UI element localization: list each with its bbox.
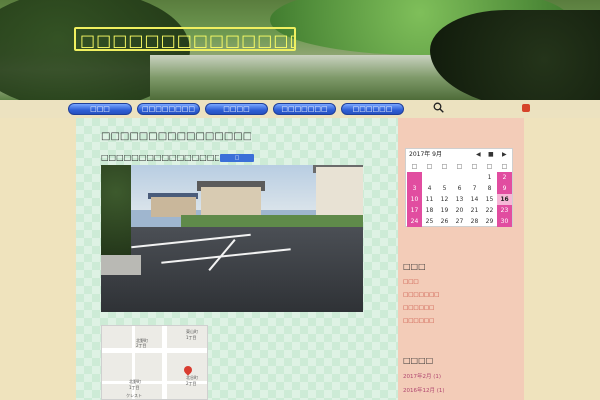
categories-heading: □□□	[403, 262, 426, 271]
calendar-day[interactable]: 1	[482, 172, 497, 183]
calendar-day[interactable]: 14	[467, 194, 482, 205]
calendar-weekday: □	[471, 163, 478, 170]
calendar-day[interactable]: 15	[482, 194, 497, 205]
calendar-day	[467, 172, 482, 183]
post-subtitle: □□□□□□□□□□□□□□□□□□□□□□□□□□□□	[101, 153, 219, 162]
calendar-pause-icon[interactable]: ■	[488, 149, 494, 161]
calendar-weekday: □	[456, 163, 463, 170]
calendar-day[interactable]: 26	[437, 216, 452, 227]
map-label: 1丁目	[186, 335, 197, 340]
calendar-weekday: □	[501, 163, 508, 170]
photo-house	[201, 187, 261, 217]
calendar-day[interactable]: 4	[422, 183, 437, 194]
calendar-day[interactable]: 2	[497, 172, 512, 183]
calendar-weekday: □	[426, 163, 433, 170]
calendar-day[interactable]: 18	[422, 205, 437, 216]
photo-house	[316, 167, 363, 219]
calendar-day[interactable]: 17	[407, 205, 422, 216]
map-label: 2丁目	[186, 381, 197, 386]
nav-item-4[interactable]: □□□□□□□	[273, 103, 336, 115]
category-link[interactable]: □□□□□□	[403, 317, 463, 325]
photo-curb	[101, 255, 141, 275]
calendar-day[interactable]: 22	[482, 205, 497, 216]
calendar-weekday: □	[486, 163, 493, 170]
calendar-day[interactable]: 9	[497, 183, 512, 194]
category-link[interactable]: □□□□□□□	[403, 291, 463, 299]
nav-item-5[interactable]: □□□□□□	[341, 103, 404, 115]
map-road	[102, 348, 207, 353]
calendar-day[interactable]: 25	[422, 216, 437, 227]
calendar-day[interactable]: 21	[467, 205, 482, 216]
nav-item-3[interactable]: □□□□	[205, 103, 268, 115]
calendar-day[interactable]: 29	[482, 216, 497, 227]
calendar-prev-icon[interactable]: ◀	[476, 149, 481, 161]
calendar-day[interactable]: 16	[497, 194, 512, 205]
archive-link[interactable]: 2016年12月 (1)	[403, 387, 463, 395]
calendar-day[interactable]: 20	[452, 205, 467, 216]
calendar-month-label: 2017年 9月	[409, 151, 442, 158]
calendar-day[interactable]: 27	[452, 216, 467, 227]
main-nav: □□□ □□□□□□□□ □□□□ □□□□□□□ □□□□□□	[0, 100, 600, 118]
site-title[interactable]: □□□□□□□□□□□□□□□	[74, 27, 296, 51]
calendar-day[interactable]: 12	[437, 194, 452, 205]
search-icon[interactable]	[433, 102, 444, 113]
calendar-day[interactable]: 30	[497, 216, 512, 227]
calendar-day[interactable]: 11	[422, 194, 437, 205]
archives-heading: □□□□	[403, 356, 434, 365]
map-label: 北野町	[129, 379, 141, 384]
category-link[interactable]: □□□□□□	[403, 304, 463, 312]
calendar-day[interactable]: 7	[467, 183, 482, 194]
post-title[interactable]: □□□□□□□□□□□□□□□□□□□□□□□□□□□□	[101, 130, 251, 144]
calendar-day[interactable]: 13	[452, 194, 467, 205]
calendar-day[interactable]: 3	[407, 183, 422, 194]
archive-link[interactable]: 2017年2月 (1)	[403, 373, 463, 381]
nav-item-2[interactable]: □□□□□□□□	[137, 103, 200, 115]
map-label: 1丁目	[129, 385, 140, 390]
map-label: クレスト	[126, 393, 142, 398]
nav-item-home[interactable]: □□□	[68, 103, 132, 115]
calendar-day[interactable]: 8	[482, 183, 497, 194]
calendar-day[interactable]: 6	[452, 183, 467, 194]
calendar-header: 2017年 9月 ◀ ■ ▶	[406, 149, 512, 161]
calendar-day[interactable]: 24	[407, 216, 422, 227]
calendar-day[interactable]: 28	[467, 216, 482, 227]
category-link[interactable]: □□□	[403, 278, 463, 286]
calendar-day	[422, 172, 437, 183]
site-header: □□□□□□□□□□□□□□□	[0, 0, 600, 100]
calendar-day[interactable]: 10	[407, 194, 422, 205]
map-pin-icon[interactable]	[182, 364, 194, 376]
calendar-day[interactable]: 19	[437, 205, 452, 216]
map-road	[162, 326, 167, 399]
calendar-day	[407, 172, 422, 183]
parking-lot-photo	[101, 165, 363, 312]
calendar-weekday: □	[411, 163, 418, 170]
header-trees-right	[430, 10, 600, 100]
post-badge-link[interactable]: □ □□□□□□□	[220, 154, 254, 162]
calendar-day[interactable]: 5	[437, 183, 452, 194]
calendar-day	[437, 172, 452, 183]
photo-house	[151, 197, 196, 217]
photo-tree	[101, 165, 131, 255]
map-label: 2丁目	[136, 343, 147, 348]
calendar-day[interactable]: 23	[497, 205, 512, 216]
header-lake	[150, 55, 480, 100]
embedded-map[interactable]: 東山町 1丁目 北野町 2丁目 北野町 1丁目 北谷町 2丁目 クレスト	[101, 325, 208, 400]
calendar-weekday: □	[441, 163, 448, 170]
calendar-widget: 2017年 9月 ◀ ■ ▶ □ □ □ □ □ □ □ 1 2 3 4 5 6 7 8 9 10 11 12 13 1…	[405, 148, 513, 227]
rss-icon[interactable]	[522, 104, 530, 112]
map-label: 東山町	[186, 329, 198, 334]
calendar-next-icon[interactable]: ▶	[502, 149, 507, 161]
calendar-day	[452, 172, 467, 183]
